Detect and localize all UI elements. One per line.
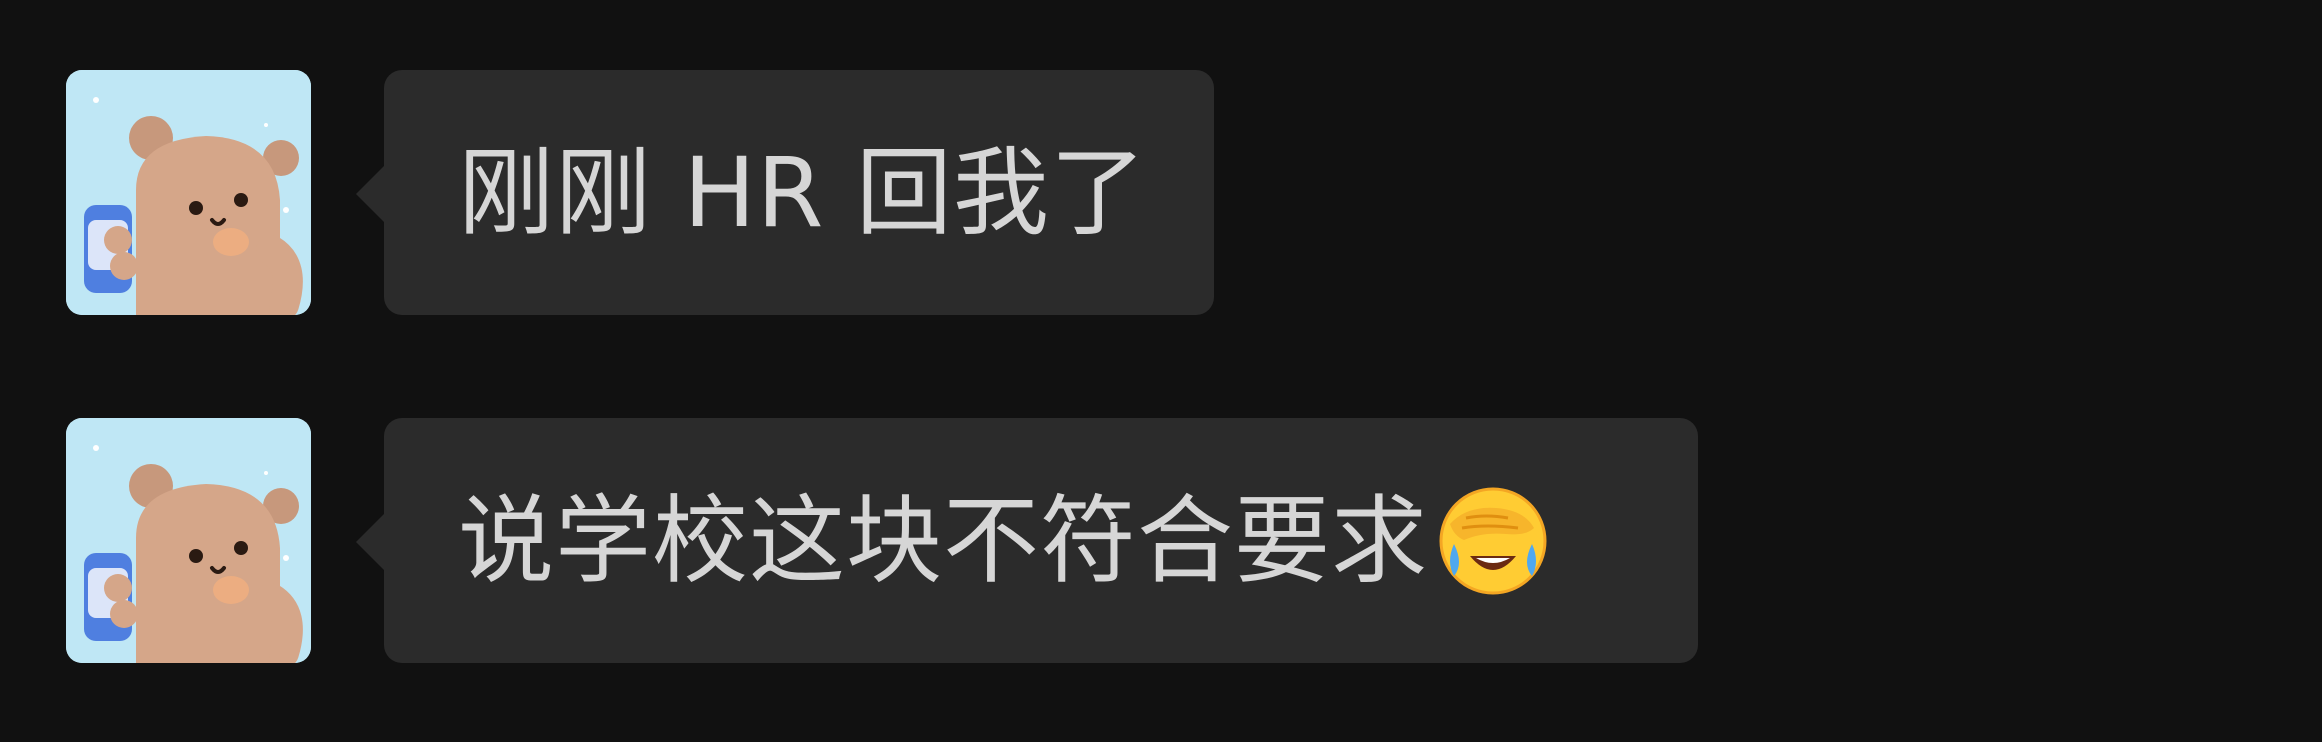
message-text: 说学校这块不符合要求 (458, 484, 1428, 597)
message-row: 刚刚 HR 回我了 (0, 70, 2322, 320)
avatar[interactable] (66, 418, 311, 663)
face-palm-crying-emoji-icon (1436, 484, 1550, 598)
message-text: 刚刚 HR 回我了 (458, 136, 1147, 249)
avatar[interactable] (66, 70, 311, 315)
message-bubble[interactable]: 刚刚 HR 回我了 (356, 70, 1214, 315)
message-bubble[interactable]: 说学校这块不符合要求 (356, 418, 1698, 663)
bear-avatar-icon (66, 418, 311, 663)
message-row: 说学校这块不符合要求 (0, 418, 2322, 668)
bear-avatar-icon (66, 70, 311, 315)
